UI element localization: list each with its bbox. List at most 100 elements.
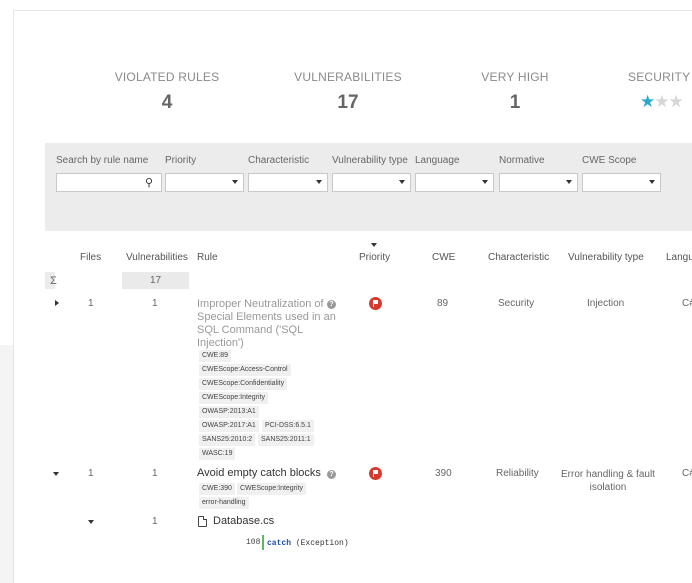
kpi-label: VULNERABILITIES xyxy=(294,70,402,84)
code-keyword: catch xyxy=(267,539,292,548)
row-files: 1 xyxy=(88,468,94,479)
row-cwe: 390 xyxy=(435,468,452,479)
row-cwe: 89 xyxy=(437,298,449,309)
row-language: C# xyxy=(682,468,692,479)
column-header-rule[interactable]: Rule xyxy=(197,252,218,263)
sum-icon: Σ xyxy=(50,275,57,287)
security-rating: ★★★ xyxy=(640,92,692,112)
file-vulnerabilities: 1 xyxy=(152,516,158,527)
kpi-label: SECURITY xyxy=(628,70,691,84)
star-empty-icon: ★ xyxy=(668,92,684,111)
rule-title-line: Avoid empty catch blocks xyxy=(197,467,321,479)
rule-tag: CWE:89 xyxy=(199,350,232,362)
filter-label: CWE Scope xyxy=(582,155,637,166)
rule-tag: SANS25:2010:2 xyxy=(199,434,256,446)
column-header-vuln-type[interactable]: Vulnerability type xyxy=(568,252,644,263)
kpi-violated-rules: VIOLATED RULES 4 xyxy=(112,70,222,114)
column-header-cwe[interactable]: CWE xyxy=(432,252,455,263)
row-characteristic: Security xyxy=(498,298,535,309)
column-header-characteristic[interactable]: Characteristic xyxy=(488,252,549,263)
column-header-priority[interactable]: Priority xyxy=(359,252,390,263)
kpi-very-high: VERY HIGH 1 xyxy=(465,70,565,114)
rule-tag: CWEScope:Integrity xyxy=(199,392,269,404)
code-highlight-bar xyxy=(262,535,264,550)
kpi-value: 1 xyxy=(509,92,521,113)
rule-tag: PCI-DSS:6.5.1 xyxy=(262,420,314,432)
priority-select[interactable] xyxy=(165,173,244,192)
column-header-files[interactable]: Files xyxy=(80,252,101,263)
help-icon[interactable]: ? xyxy=(327,470,336,479)
sort-desc-icon xyxy=(371,243,377,247)
language-filter: Language xyxy=(415,155,494,192)
kpi-vulnerabilities: VULNERABILITIES 17 xyxy=(293,70,403,114)
row-vuln-type: Error handling & fault isolation xyxy=(560,468,656,494)
filter-label: Characteristic xyxy=(248,155,310,166)
rule-title-line: SQL Command ('SQL xyxy=(197,324,304,336)
kpi-label: VIOLATED RULES xyxy=(114,70,220,84)
row-characteristic: Reliability xyxy=(496,468,539,479)
chevron-down-icon xyxy=(482,180,488,184)
rule-tag: OWASP:2013:A1 xyxy=(199,406,259,418)
language-select[interactable] xyxy=(415,173,494,192)
kpi-value: 17 xyxy=(337,92,359,113)
rule-title[interactable]: Avoid empty catch blocks xyxy=(197,467,321,480)
row-vulnerabilities: 1 xyxy=(152,468,158,479)
star-filled-icon: ★ xyxy=(640,92,655,111)
chevron-down-icon xyxy=(399,180,405,184)
collapse-file-icon[interactable] xyxy=(88,520,94,524)
file-icon xyxy=(198,516,207,527)
chevron-down-icon xyxy=(316,180,322,184)
search-input[interactable]: ⚲ xyxy=(56,173,162,192)
kpi-label: VERY HIGH xyxy=(481,70,549,84)
search-filter: Search by rule name ⚲ xyxy=(56,155,162,192)
filter-label: Language xyxy=(415,155,460,166)
collapse-row-icon[interactable] xyxy=(53,472,59,476)
rule-tag: error-handling xyxy=(199,497,249,509)
row-vulnerabilities: 1 xyxy=(152,298,158,309)
normative-filter: Normative xyxy=(499,155,578,192)
expand-row-icon[interactable] xyxy=(55,300,59,306)
cwe-scope-select[interactable] xyxy=(582,173,661,192)
chevron-down-icon xyxy=(566,180,572,184)
vuln-type-filter: Vulnerability type xyxy=(332,155,411,192)
rule-tag: SANS25:2011:1 xyxy=(258,434,314,446)
search-icon[interactable]: ⚲ xyxy=(145,176,153,189)
priority-filter: Priority xyxy=(165,155,244,192)
rule-tag: OWASP:2017:A1 xyxy=(199,420,259,432)
chevron-down-icon xyxy=(649,180,655,184)
filter-label: Priority xyxy=(165,155,197,166)
vuln-type-select[interactable] xyxy=(332,173,411,192)
characteristic-select[interactable] xyxy=(248,173,328,192)
priority-very-high-icon xyxy=(369,297,382,310)
rule-tag: WASC:19 xyxy=(199,448,236,460)
column-header-language[interactable]: Langu xyxy=(666,252,692,263)
filter-label: Search by rule name xyxy=(56,155,149,166)
characteristic-filter: Characteristic xyxy=(248,155,328,192)
rule-title[interactable]: Improper Neutralization of Special Eleme… xyxy=(197,298,336,350)
code-snippet: catch (Exception) xyxy=(267,539,349,548)
code-line-number[interactable]: 108 xyxy=(246,538,260,547)
sum-vulnerabilities: 17 xyxy=(122,272,189,289)
rule-tag: CWEScope:Integrity xyxy=(237,483,307,495)
cwe-scope-filter: CWE Scope xyxy=(582,155,661,192)
column-header-vulnerabilities[interactable]: Vulnerabilities xyxy=(126,252,188,263)
rule-title-line: Injection') xyxy=(197,337,244,349)
priority-very-high-icon xyxy=(369,467,382,480)
vuln-type-line: Error handling & fault xyxy=(561,469,655,480)
row-files: 1 xyxy=(88,298,94,309)
file-name[interactable]: Database.cs xyxy=(213,515,274,527)
row-language: C# xyxy=(682,298,692,309)
code-rest: (Exception) xyxy=(291,539,349,548)
normative-select[interactable] xyxy=(499,173,578,192)
chevron-down-icon xyxy=(232,180,238,184)
rule-tag: CWEScope:Confidentiality xyxy=(199,378,288,390)
vuln-type-line: isolation xyxy=(589,482,627,493)
help-icon[interactable]: ? xyxy=(327,300,336,309)
rule-tag: CWEScope:Access-Control xyxy=(199,364,291,376)
rule-title-line: Improper Neutralization of xyxy=(197,298,324,310)
left-edge-panel xyxy=(0,345,13,583)
rule-tag: CWE:390 xyxy=(199,483,235,495)
star-empty-icon: ★ xyxy=(654,92,669,111)
rule-title-line: Special Elements used in an xyxy=(197,311,336,323)
row-vuln-type: Injection xyxy=(587,298,625,309)
